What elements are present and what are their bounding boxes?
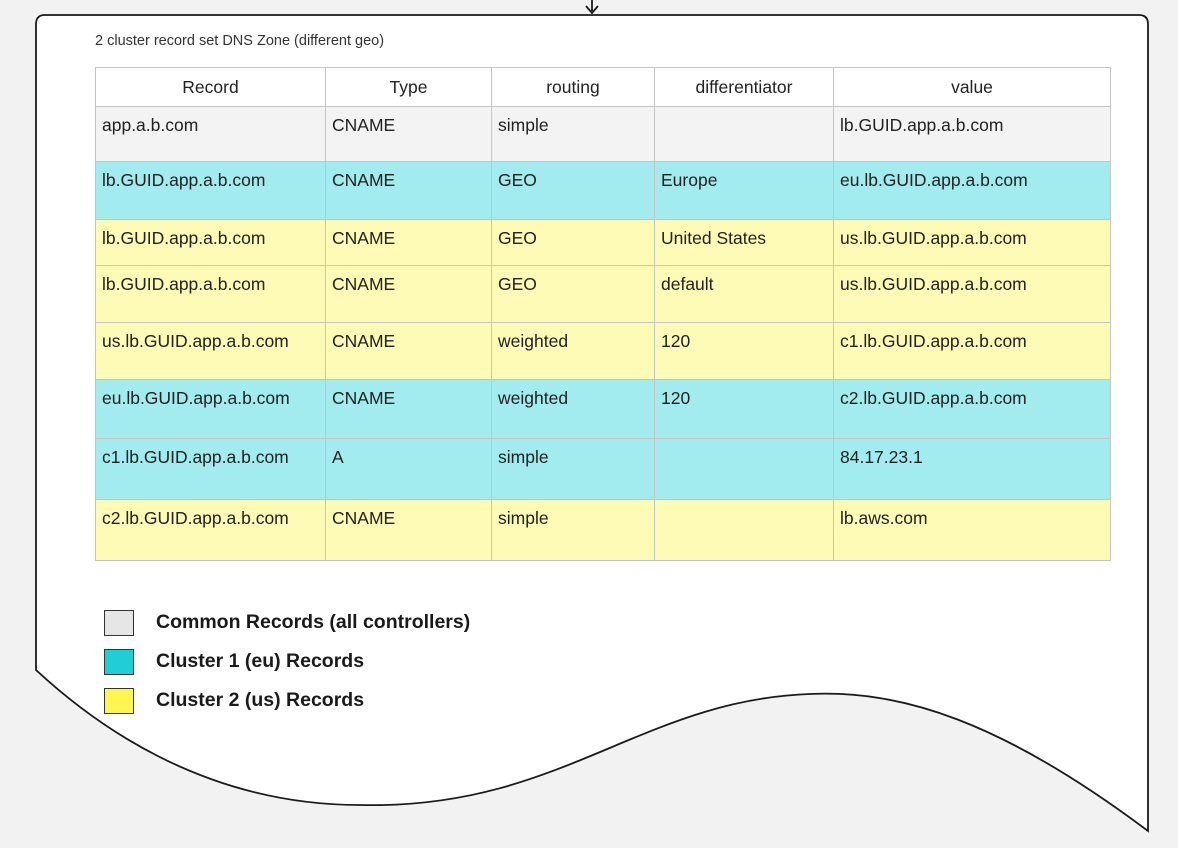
cell-type: CNAME bbox=[325, 219, 492, 266]
table-row: eu.lb.GUID.app.a.b.com CNAME weighted 12… bbox=[95, 379, 1111, 439]
table-row: c2.lb.GUID.app.a.b.com CNAME simple lb.a… bbox=[95, 499, 1111, 561]
cell-record: lb.GUID.app.a.b.com bbox=[95, 265, 326, 323]
cell-differentiator: Europe bbox=[654, 161, 834, 220]
cell-routing: GEO bbox=[491, 265, 655, 323]
cell-differentiator: default bbox=[654, 265, 834, 323]
cell-value: 84.17.23.1 bbox=[833, 438, 1111, 500]
cell-type: CNAME bbox=[325, 379, 492, 439]
table-row: lb.GUID.app.a.b.com CNAME GEO default us… bbox=[95, 265, 1111, 323]
header-value: value bbox=[833, 67, 1111, 107]
cell-differentiator bbox=[654, 106, 834, 162]
cell-value: lb.GUID.app.a.b.com bbox=[833, 106, 1111, 162]
cell-value: lb.aws.com bbox=[833, 499, 1111, 561]
table-row: lb.GUID.app.a.b.com CNAME GEO Europe eu.… bbox=[95, 161, 1111, 220]
cell-type: CNAME bbox=[325, 106, 492, 162]
cell-differentiator: 120 bbox=[654, 322, 834, 380]
cell-routing: simple bbox=[491, 106, 655, 162]
table-row: us.lb.GUID.app.a.b.com CNAME weighted 12… bbox=[95, 322, 1111, 380]
header-type: Type bbox=[325, 67, 492, 107]
cell-differentiator: United States bbox=[654, 219, 834, 266]
legend-item-common: Common Records (all controllers) bbox=[104, 603, 470, 642]
cell-type: CNAME bbox=[325, 161, 492, 220]
cell-type: A bbox=[325, 438, 492, 500]
cell-record: eu.lb.GUID.app.a.b.com bbox=[95, 379, 326, 439]
legend-swatch-common bbox=[104, 609, 134, 636]
cell-value: eu.lb.GUID.app.a.b.com bbox=[833, 161, 1111, 220]
cell-type: CNAME bbox=[325, 499, 492, 561]
header-record: Record bbox=[95, 67, 326, 107]
legend-label-eu: Cluster 1 (eu) Records bbox=[156, 650, 365, 672]
legend: Common Records (all controllers) Cluster… bbox=[104, 603, 470, 720]
legend-label-us: Cluster 2 (us) Records bbox=[156, 689, 365, 711]
cell-record: lb.GUID.app.a.b.com bbox=[95, 219, 326, 266]
table-header-row: Record Type routing differentiator value bbox=[95, 67, 1111, 107]
cell-routing: weighted bbox=[491, 322, 655, 380]
legend-item-us: Cluster 2 (us) Records bbox=[104, 681, 470, 720]
cell-value: c1.lb.GUID.app.a.b.com bbox=[833, 322, 1111, 380]
header-routing: routing bbox=[491, 67, 655, 107]
legend-item-eu: Cluster 1 (eu) Records bbox=[104, 642, 470, 681]
legend-label-common: Common Records (all controllers) bbox=[156, 611, 471, 633]
table-row: app.a.b.com CNAME simple lb.GUID.app.a.b… bbox=[95, 106, 1111, 162]
table-row: lb.GUID.app.a.b.com CNAME GEO United Sta… bbox=[95, 219, 1111, 266]
cell-record: us.lb.GUID.app.a.b.com bbox=[95, 322, 326, 380]
dns-record-table: Record Type routing differentiator value… bbox=[95, 67, 1111, 561]
legend-swatch-eu bbox=[104, 648, 134, 675]
cell-differentiator bbox=[654, 499, 834, 561]
cell-value: c2.lb.GUID.app.a.b.com bbox=[833, 379, 1111, 439]
diagram-caption: 2 cluster record set DNS Zone (different… bbox=[95, 33, 385, 49]
cell-value: us.lb.GUID.app.a.b.com bbox=[833, 219, 1111, 266]
cell-record: app.a.b.com bbox=[95, 106, 326, 162]
cell-differentiator bbox=[654, 438, 834, 500]
cell-record: lb.GUID.app.a.b.com bbox=[95, 161, 326, 220]
header-differentiator: differentiator bbox=[654, 67, 834, 107]
cell-routing: GEO bbox=[491, 219, 655, 266]
cell-record: c2.lb.GUID.app.a.b.com bbox=[95, 499, 326, 561]
cell-type: CNAME bbox=[325, 265, 492, 323]
legend-swatch-us bbox=[104, 687, 134, 714]
cell-routing: simple bbox=[491, 438, 655, 500]
table-row: c1.lb.GUID.app.a.b.com A simple 84.17.23… bbox=[95, 438, 1111, 500]
cell-differentiator: 120 bbox=[654, 379, 834, 439]
cell-routing: GEO bbox=[491, 161, 655, 220]
cell-type: CNAME bbox=[325, 322, 492, 380]
cell-routing: simple bbox=[491, 499, 655, 561]
cell-value: us.lb.GUID.app.a.b.com bbox=[833, 265, 1111, 323]
cell-routing: weighted bbox=[491, 379, 655, 439]
cell-record: c1.lb.GUID.app.a.b.com bbox=[95, 438, 326, 500]
